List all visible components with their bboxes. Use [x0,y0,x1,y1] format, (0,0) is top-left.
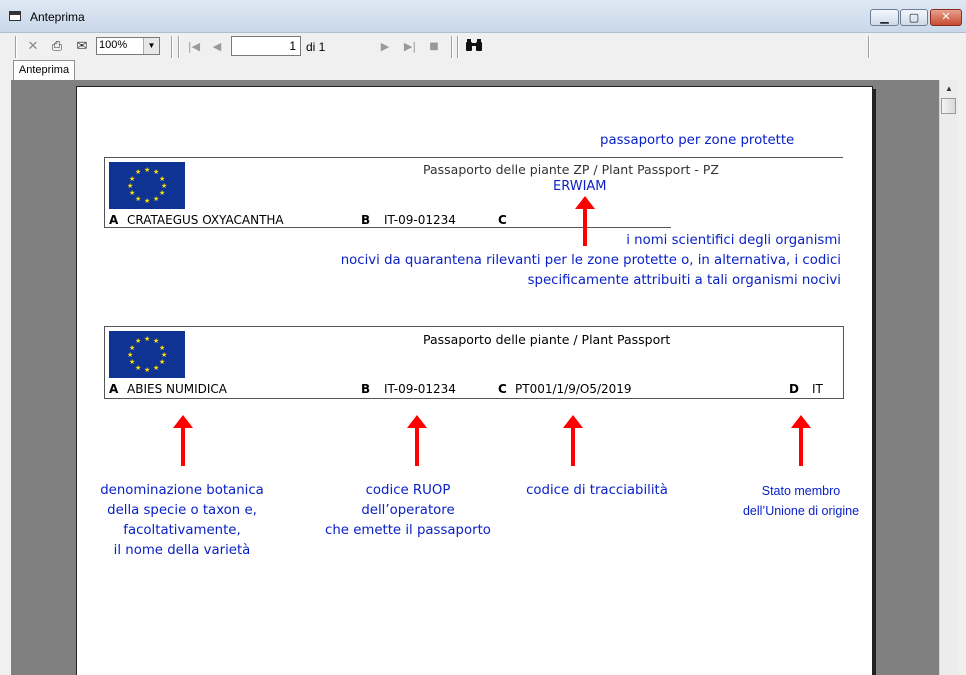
binoculars-icon[interactable] [464,38,484,56]
minimize-button[interactable]: ▁ [870,9,899,26]
scroll-thumb[interactable] [941,98,956,114]
preview-viewport: passaporto per zone protette ★ ★ ★ ★ ★ ★ ★ ★ ★ ★ ★… [11,80,939,675]
zp-label-b: B [361,213,371,227]
eu-flag-icon: ★ ★ ★ ★ ★ ★ ★ ★ ★ ★ ★ ★ [109,162,185,209]
value-c: PT001/1/9/O5/2019 [515,382,632,396]
last-page-icon[interactable]: ▶| [402,38,418,56]
close-icon[interactable]: ✕ [25,38,41,56]
eu-flag-icon: ★ ★ ★ ★ ★ ★ ★ ★ ★ ★ ★ ★ [109,331,185,378]
next-page-icon[interactable]: ▶ [378,38,392,56]
scroll-up-icon[interactable]: ▲ [942,82,956,96]
close-window-icon: ✕ [941,10,951,23]
zp-value-b: IT-09-01234 [384,213,456,227]
arrow-b [407,415,427,466]
toolbar-separator [171,36,173,58]
explanation-c: codice di tracciabilità [497,481,697,501]
arrow-c [563,415,583,466]
page-count-label: di 1 [306,40,326,54]
page-number-input[interactable]: 1 [231,36,301,56]
vertical-scrollbar[interactable]: ▲ [939,80,958,675]
explanation-c-line: codice di tracciabilità [526,483,668,498]
arrow-d [791,415,811,466]
value-a: ABIES NUMIDICA [127,382,228,396]
explanation-b-line: codice RUOP [365,483,451,498]
value-d: IT [812,382,823,396]
maximize-icon: ▢ [908,11,920,24]
export-icon[interactable]: ✉ [73,38,91,56]
zp-note-line-1: i nomi scientifici degli organismi [626,233,841,248]
title-bar: Anteprima ▁ ▢ ✕ [0,0,966,33]
report-page: passaporto per zone protette ★ ★ ★ ★ ★ ★ ★ ★ ★ ★ ★… [76,86,873,675]
toolbar-separator [15,36,17,58]
explanation-a-line: denominazione botanica [100,483,264,498]
zp-note-line-3: specificamente attribuiti a tali organis… [527,273,841,288]
stop-icon[interactable]: ■ [427,38,441,56]
maximize-button[interactable]: ▢ [900,9,928,26]
explanation-b-line: dell’operatore [361,503,455,518]
toolbar-separator [868,36,870,58]
label-d: D [789,382,799,396]
window-title: Anteprima [30,10,85,24]
tab-anteprima[interactable]: Anteprima [13,60,75,80]
toolbar-separator [457,36,459,58]
zoom-value: 100% [99,39,128,51]
zp-label-a: A [109,213,119,227]
zp-note-line-2: nocivi da quarantena rilevanti per le zo… [340,253,841,268]
zp-value-a: CRATAEGUS OXYACANTHA [127,213,284,227]
explanation-b-line: che emette il passaporto [325,523,491,538]
zp-card-header: Passaporto delle piante ZP / Plant Passp… [423,162,719,177]
explanation-d: Stato membro dell’Unione di origine [717,481,885,521]
minimize-icon: ▁ [880,11,889,24]
zp-organism-arrow [575,196,595,246]
arrow-a [173,415,193,466]
label-b: B [361,382,371,396]
protected-zone-caption: passaporto per zone protette [600,133,795,148]
zp-label-c: C [498,213,507,227]
explanation-a-line: il nome della varietà [113,543,251,558]
window-icon [9,11,21,21]
zoom-select[interactable]: 100% ▼ [96,37,160,55]
first-page-icon[interactable]: |◀ [186,38,202,56]
plant-passport-card: ★ ★ ★ ★ ★ ★ ★ ★ ★ ★ ★ ★ Passaporto delle piante / P… [104,326,844,399]
explanation-a-line: della specie o taxon e, [107,503,257,518]
explanation-b: codice RUOP dell’operatore che emette il… [317,481,499,541]
toolbar-separator [178,36,180,58]
prev-page-icon[interactable]: ◀ [210,38,224,56]
tab-bar: Anteprima [0,60,966,80]
zp-organism-code: ERWIAM [553,179,607,194]
zp-passport-card: ★ ★ ★ ★ ★ ★ ★ ★ ★ ★ ★ ★ Passaporto delle piante ZP … [104,157,843,228]
chevron-down-icon[interactable]: ▼ [143,38,159,54]
explanation-d-line: Stato membro [761,484,841,498]
toolbar-separator [451,36,453,58]
label-c: C [498,382,507,396]
label-a: A [109,382,119,396]
card-header: Passaporto delle piante / Plant Passport [423,332,671,347]
explanation-a: denominazione botanica della specie o ta… [97,481,267,561]
print-icon[interactable]: ⎙ [48,38,66,56]
toolbar: ✕ ⎙ ✉ 100% ▼ |◀ ◀ 1 di 1 ▶ ▶| ■ [0,33,966,61]
explanation-d-line: dell’Unione di origine [742,504,860,518]
close-window-button[interactable]: ✕ [930,9,962,26]
value-b: IT-09-01234 [384,382,456,396]
explanation-a-line: facoltativamente, [123,523,241,538]
